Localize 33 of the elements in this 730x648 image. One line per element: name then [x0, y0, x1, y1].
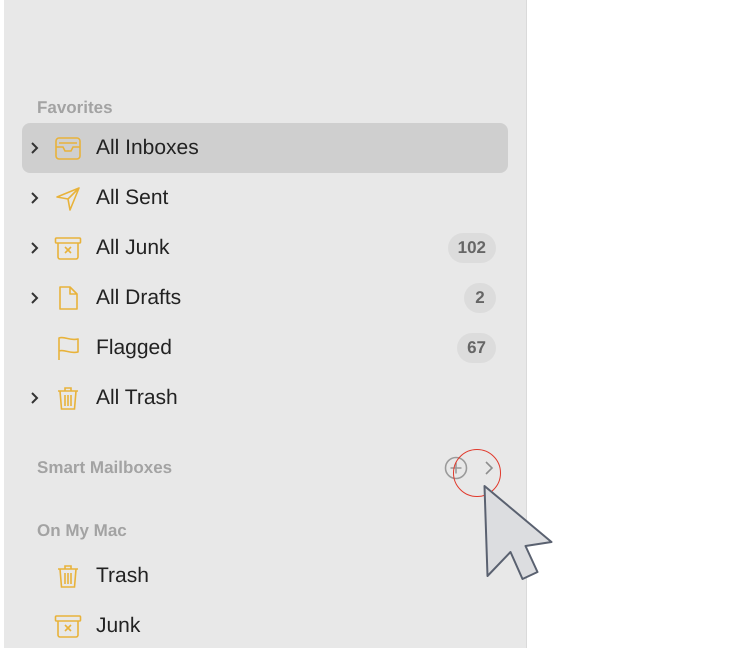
junk-bin-icon: [54, 612, 82, 640]
mailbox-item[interactable]: All Junk 102: [22, 223, 508, 273]
unread-count: 2: [464, 283, 496, 313]
junk-bin-icon: [54, 234, 82, 262]
disclosure-chevron-icon[interactable]: [30, 391, 40, 405]
section-header: Smart Mailboxes: [37, 458, 172, 478]
mailbox-label: All Drafts: [96, 286, 182, 310]
mailbox-label: Junk: [96, 614, 142, 638]
mailbox-item[interactable]: Junk: [22, 601, 508, 648]
add-icon[interactable]: [444, 456, 468, 480]
mailbox-item[interactable]: Flagged 67: [22, 323, 508, 373]
disclosure-chevron-icon[interactable]: [30, 141, 40, 155]
unread-count: 67: [457, 333, 496, 363]
tray-icon: [54, 134, 82, 162]
mailbox-item[interactable]: All Drafts 2: [22, 273, 508, 323]
disclosure-chevron-icon[interactable]: [30, 191, 40, 205]
mailbox-item[interactable]: All Inboxes: [22, 123, 508, 173]
mailbox-label: Trash: [96, 564, 150, 588]
mailbox-item[interactable]: Trash: [22, 551, 508, 601]
paper-plane-icon: [54, 184, 82, 212]
disclosure-chevron-icon[interactable]: [30, 241, 40, 255]
mailbox-label: Flagged: [96, 336, 173, 360]
unread-count: 102: [448, 233, 496, 263]
mailbox-label: All Junk: [96, 236, 171, 260]
mailbox-label: All Trash: [96, 386, 179, 410]
mailbox-item[interactable]: All Sent: [22, 173, 508, 223]
chevron-icon[interactable]: [484, 460, 494, 476]
mailbox-label: All Inboxes: [96, 136, 200, 160]
mailbox-label: All Sent: [96, 186, 170, 210]
section-header: On My Mac: [37, 521, 127, 541]
section-header: Favorites: [37, 98, 113, 118]
mailbox-item[interactable]: All Trash: [22, 373, 508, 423]
disclosure-chevron-icon[interactable]: [30, 291, 40, 305]
